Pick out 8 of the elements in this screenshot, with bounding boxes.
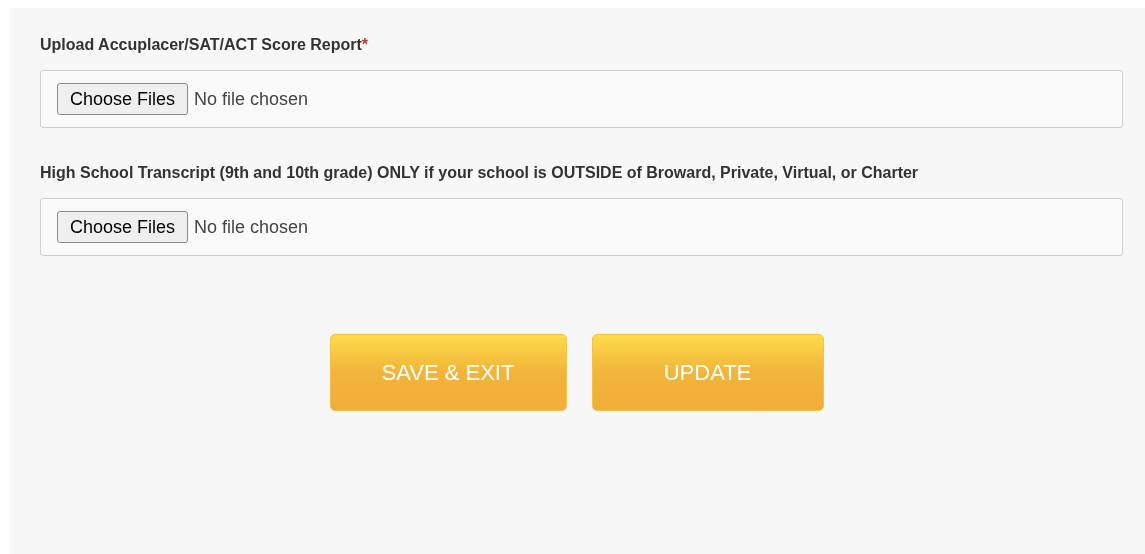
field-label: High School Transcript (9th and 10th grade) ONLY if your school is OUTSIDE of Broward, Private, Virtual, or Charter [40, 163, 920, 183]
choose-files-button[interactable]: Choose Files [57, 83, 189, 115]
file-input[interactable]: Choose Files No file chosen [40, 70, 1123, 128]
file-input[interactable]: Choose Files No file chosen [40, 198, 1123, 256]
file-status: No file chosen [194, 87, 309, 111]
field-label: Upload Accuplacer/SAT/ACT Score Report* [40, 35, 370, 55]
choose-files-button[interactable]: Choose Files [57, 211, 189, 243]
file-status: No file chosen [194, 215, 309, 239]
